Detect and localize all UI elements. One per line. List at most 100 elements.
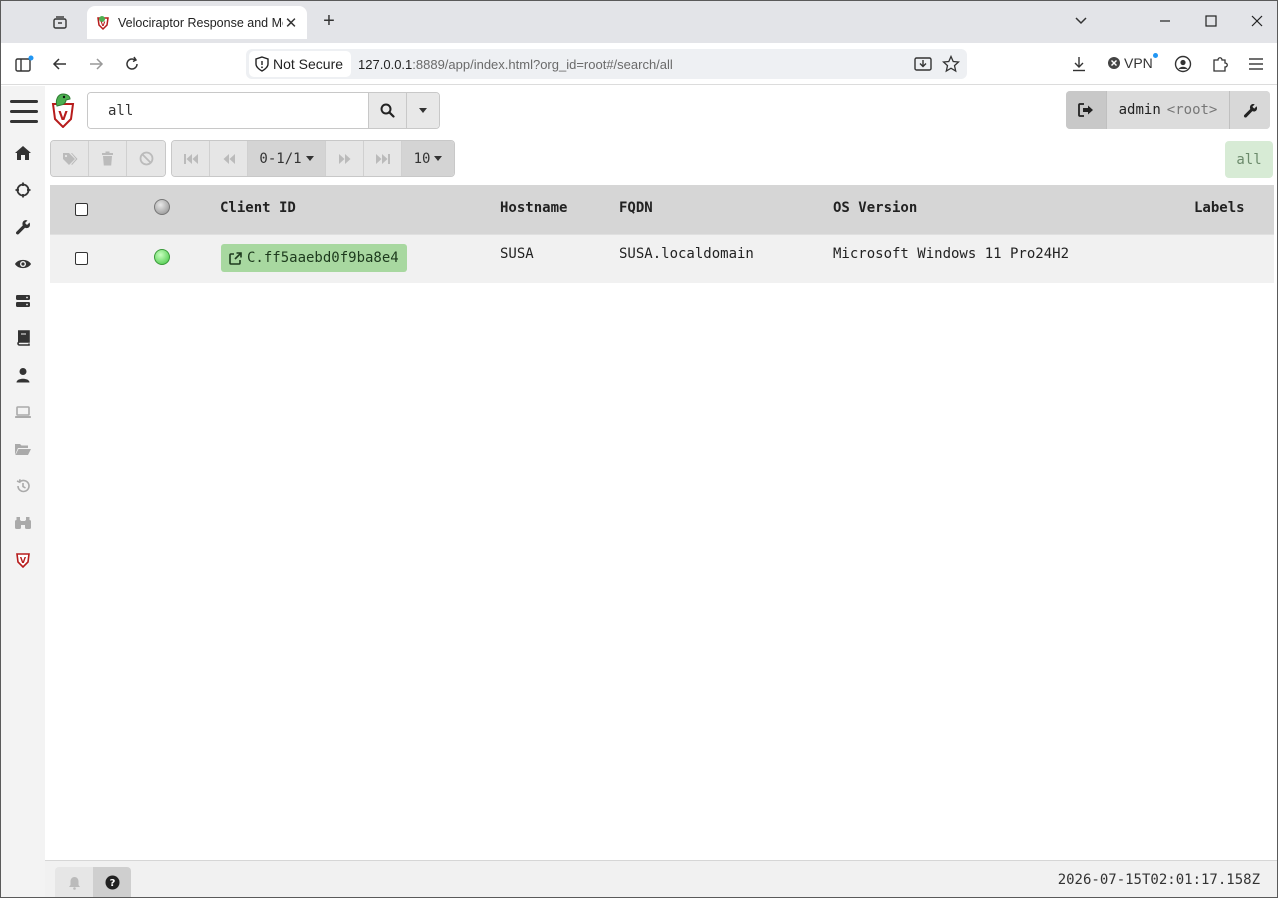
sign-out-icon [1078, 103, 1093, 117]
column-header-labels[interactable]: Labels [1194, 200, 1245, 216]
profile-button[interactable] [1171, 52, 1195, 76]
account-icon [1174, 55, 1192, 73]
back-button[interactable] [48, 52, 72, 76]
notifications-button[interactable] [55, 867, 93, 897]
puzzle-icon [1213, 57, 1228, 72]
wrench-icon [15, 220, 30, 235]
sidebar-item-home[interactable] [11, 141, 35, 165]
table-row[interactable]: C.ff5aaebd0f9ba8e4 SUSA SUSA.localdomain… [50, 234, 1274, 283]
tab-list-chevron-icon[interactable] [1067, 9, 1095, 33]
browser-window: V Velociraptor Response and Monitoring ✕… [0, 0, 1278, 898]
browser-tab-active[interactable]: V Velociraptor Response and Monitoring ✕ [87, 6, 307, 39]
close-window-button[interactable] [1243, 9, 1271, 33]
star-icon [942, 55, 960, 73]
sidebar-item-hunt-manager[interactable] [11, 178, 35, 202]
delete-clients-button[interactable] [89, 141, 127, 176]
column-header-os-version[interactable]: OS Version [833, 200, 917, 216]
table-header: Client ID Hostname FQDN OS Version Label… [50, 185, 1274, 234]
current-user[interactable]: admin <root> [1106, 91, 1230, 129]
security-label: Not Secure [273, 56, 344, 72]
kill-clients-button[interactable] [127, 141, 165, 176]
client-id-text: C.ff5aaebd0f9ba8e4 [247, 250, 399, 266]
first-page-button[interactable] [172, 141, 210, 176]
new-tab-button[interactable]: + [317, 10, 341, 34]
svg-text:V: V [20, 556, 27, 565]
user-settings-button[interactable] [1230, 91, 1270, 129]
logout-button[interactable] [1066, 91, 1106, 129]
reload-button[interactable] [120, 52, 144, 76]
maximize-button[interactable] [1197, 9, 1225, 33]
previous-page-button[interactable] [210, 141, 248, 176]
sidebar-item-notebooks[interactable] [11, 326, 35, 350]
downloads-button[interactable] [1067, 52, 1091, 76]
caret-down-icon [434, 156, 443, 161]
minimize-button[interactable] [1151, 9, 1179, 33]
extensions-button[interactable] [1208, 52, 1232, 76]
velociraptor-shield-icon: V [16, 553, 30, 568]
wrench-icon [1243, 103, 1257, 118]
help-button[interactable]: ? [93, 867, 131, 897]
column-header-fqdn[interactable]: FQDN [619, 200, 653, 216]
sidebar-item-vfs[interactable] [11, 437, 35, 461]
vpn-button[interactable]: VPN [1107, 52, 1158, 71]
sidebar-item-client-info[interactable] [11, 400, 35, 424]
trash-icon [102, 151, 113, 166]
server-timestamp: 2026-07-15T02:01:17.158Z [1057, 872, 1260, 888]
app-sidebar: V [1, 86, 45, 897]
site-security-chip[interactable]: Not Secure [249, 51, 352, 77]
vpn-status-dot [1152, 52, 1158, 58]
tab-overview-button[interactable] [48, 10, 72, 34]
tab-close-icon[interactable]: ✕ [283, 14, 299, 32]
tags-icon [62, 152, 77, 165]
sidebar-item-hunt-search[interactable] [11, 511, 35, 535]
search-options-dropdown[interactable] [406, 93, 439, 128]
column-header-client-id[interactable]: Client ID [220, 200, 296, 216]
sidebar-toggle-button[interactable] [12, 52, 36, 76]
first-page-icon [183, 153, 198, 164]
app-footer: ? 2026-07-15T02:01:17.158Z [45, 860, 1277, 897]
forward-button[interactable] [84, 52, 108, 76]
vpn-label: VPN [1124, 55, 1153, 71]
hamburger-menu-icon[interactable] [10, 100, 38, 126]
page-size-dropdown[interactable]: 10 [402, 141, 454, 176]
bookmark-button[interactable] [940, 53, 962, 75]
laptop-icon [15, 406, 31, 418]
page-range-dropdown[interactable]: 0-1/1 [248, 141, 326, 176]
arrow-left-icon [52, 58, 66, 70]
row-select-checkbox[interactable] [75, 252, 88, 265]
column-header-hostname[interactable]: Hostname [500, 200, 567, 216]
sidebar-item-server-artifacts[interactable] [11, 289, 35, 313]
menu-icon [1249, 58, 1263, 70]
sidebar-item-collected[interactable] [11, 474, 35, 498]
sidebar-item-artifacts[interactable] [11, 215, 35, 239]
book-icon [17, 330, 30, 346]
close-icon [1251, 15, 1263, 27]
address-bar[interactable]: Not Secure 127.0.0.1:8889/app/index.html… [246, 49, 967, 79]
next-page-button[interactable] [326, 141, 364, 176]
backward-icon [223, 153, 235, 164]
install-app-button[interactable] [912, 53, 934, 75]
home-icon [15, 146, 31, 160]
maximize-icon [1205, 15, 1217, 27]
online-status-icon [154, 249, 170, 265]
search-filter-badge: all [1225, 141, 1273, 178]
velociraptor-favicon-icon: V [97, 15, 109, 30]
org-name: <root> [1166, 102, 1218, 118]
browser-menu-button[interactable] [1244, 52, 1268, 76]
search-button[interactable] [368, 93, 407, 128]
sidebar-item-users[interactable] [11, 363, 35, 387]
sidebar-item-velociraptor[interactable]: V [11, 548, 35, 572]
last-page-button[interactable] [364, 141, 402, 176]
question-circle-icon: ? [105, 875, 119, 890]
install-icon [914, 57, 932, 71]
caret-down-icon [419, 108, 428, 113]
select-all-checkbox[interactable] [75, 203, 88, 216]
client-search-input[interactable] [88, 93, 369, 128]
label-clients-button[interactable] [51, 141, 89, 176]
sidebar-item-events[interactable] [11, 252, 35, 276]
server-icon [16, 295, 30, 307]
svg-text:V: V [101, 21, 106, 28]
caret-down-icon [305, 156, 314, 161]
user-box: admin <root> [1066, 91, 1270, 129]
client-id-link[interactable]: C.ff5aaebd0f9ba8e4 [221, 244, 407, 272]
